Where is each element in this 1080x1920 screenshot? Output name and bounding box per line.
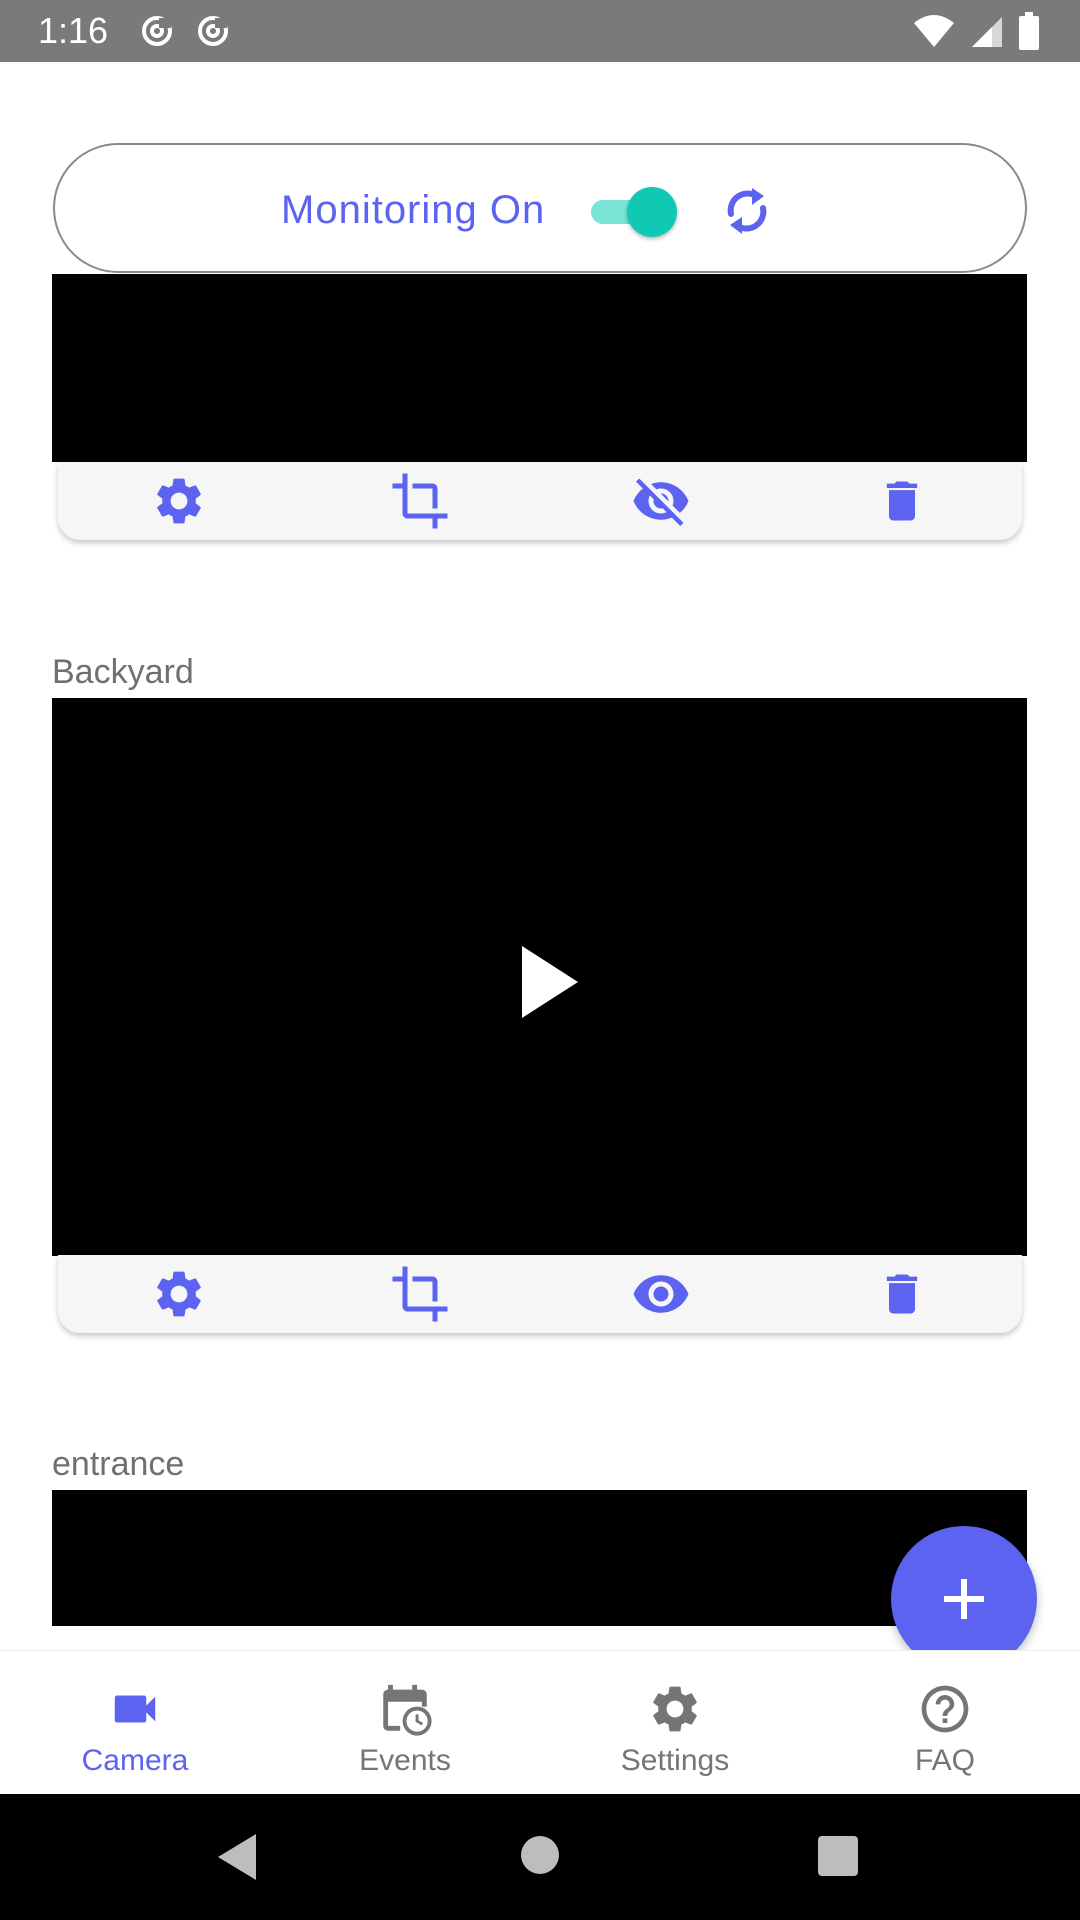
status-bar: 1:16 [0,0,1080,62]
help-circle-icon [915,1679,975,1739]
plus-icon [944,1579,984,1619]
status-time: 1:16 [38,10,109,51]
back-icon[interactable] [218,1834,256,1880]
battery-icon [1019,12,1039,50]
monitoring-label: Monitoring On [281,188,546,232]
camera-settings-button[interactable] [144,466,214,536]
recent-apps-icon[interactable] [818,1836,858,1876]
toggle-knob [627,187,677,237]
camera-toolbar-backyard [58,1255,1022,1333]
notification-app-icon [142,16,172,46]
eye-icon [633,1275,688,1313]
visibility-toggle-button[interactable] [626,1259,696,1329]
monitoring-toggle[interactable] [585,187,677,237]
nav-events[interactable]: Events [270,1651,540,1794]
trash-icon [886,1274,917,1314]
camera-video-entrance[interactable] [52,1490,1027,1626]
notification-icons [140,14,230,48]
trash-icon [886,481,917,521]
delete-button[interactable] [867,466,937,536]
system-navigation-bar [0,1794,1080,1920]
gear-icon [156,478,201,524]
nav-label-events: Events [359,1744,451,1777]
nav-settings[interactable]: Settings [540,1651,810,1794]
monitoring-bar: Monitoring On [53,143,1027,273]
nav-label-faq: FAQ [914,1744,975,1777]
gear-icon [156,1271,201,1317]
bottom-navigation: Camera Events Settings FAQ [0,1650,1080,1794]
gear-icon [645,1679,705,1739]
eye-off-icon [633,478,688,526]
calendar-clock-icon [375,1679,435,1739]
nav-label-camera: Camera [81,1744,189,1777]
nav-faq[interactable]: FAQ [810,1651,1080,1794]
system-status-icons [912,12,1040,50]
wifi-icon [914,15,954,47]
refresh-icon [727,188,767,234]
home-icon[interactable] [521,1836,559,1874]
video-camera-icon [105,1679,165,1739]
crop-button[interactable] [385,1259,455,1329]
camera-settings-button[interactable] [144,1259,214,1329]
nav-label-settings: Settings [620,1744,730,1777]
camera-name-backyard: Backyard [52,653,194,691]
camera-toolbar-1 [58,462,1022,540]
refresh-button[interactable] [717,181,777,241]
crop-icon [392,1266,447,1322]
visibility-toggle-button[interactable] [626,466,696,536]
delete-button[interactable] [867,1259,937,1329]
nav-camera[interactable]: Camera [0,1651,270,1794]
camera-name-entrance: entrance [52,1445,185,1483]
cell-signal-icon [972,17,1002,47]
crop-button[interactable] [385,466,455,536]
camera-video-1[interactable] [52,274,1027,462]
camera-video-backyard[interactable] [52,698,1027,1256]
crop-icon [392,473,447,529]
notification-app-icon [198,16,228,46]
camera-list[interactable]: Monitoring On Backyard entrance [0,62,1080,1650]
play-icon[interactable] [522,946,578,1018]
